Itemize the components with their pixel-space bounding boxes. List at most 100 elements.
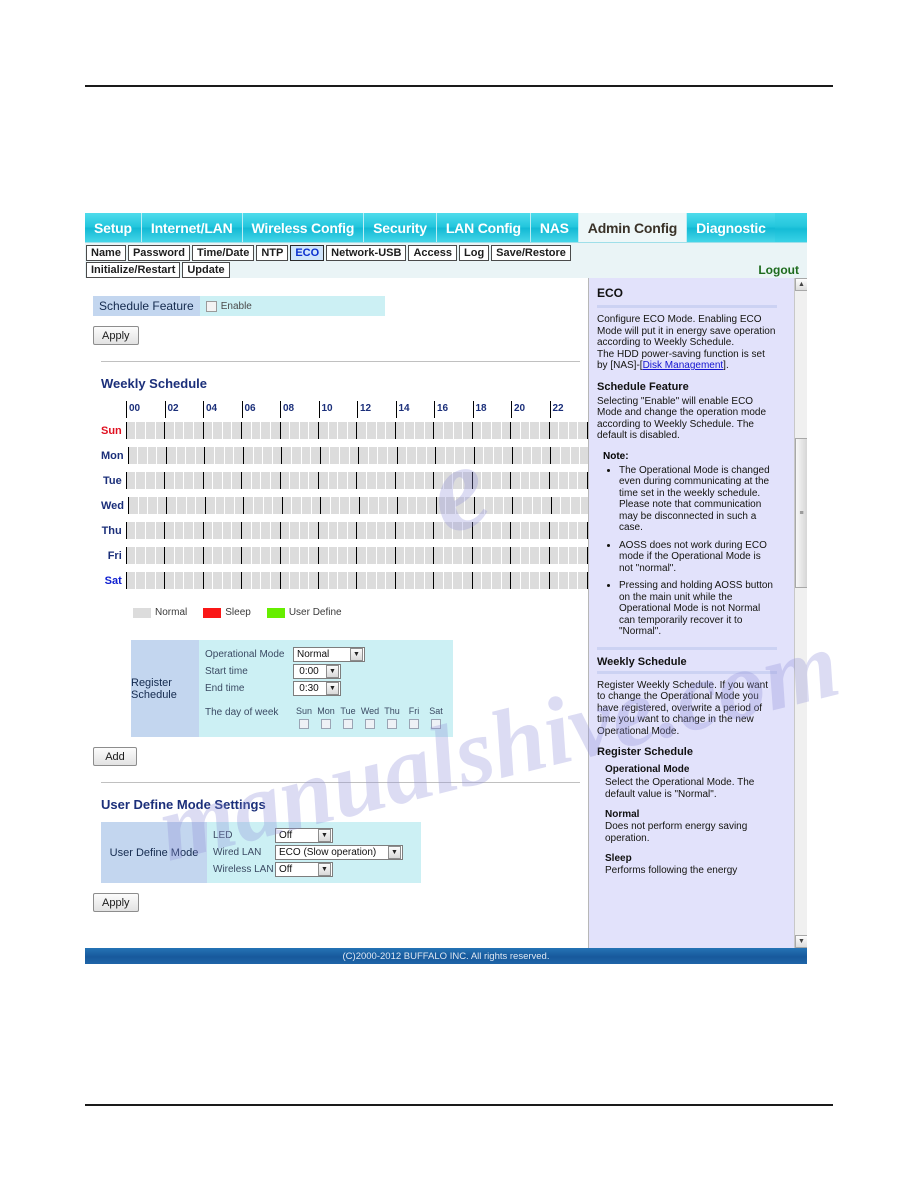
schedule-cell[interactable] bbox=[146, 422, 156, 439]
help-scrollbar[interactable]: ▲ ≡ ▼ bbox=[794, 278, 807, 948]
schedule-cell[interactable] bbox=[530, 572, 540, 589]
schedule-cell[interactable] bbox=[520, 522, 531, 539]
schedule-cell[interactable] bbox=[386, 422, 396, 439]
schedule-cell[interactable] bbox=[463, 472, 473, 489]
schedule-cell[interactable] bbox=[186, 447, 196, 464]
schedule-cell[interactable] bbox=[186, 497, 197, 514]
schedule-cell[interactable] bbox=[520, 572, 531, 589]
schedule-cell[interactable] bbox=[424, 422, 435, 439]
schedule-cell[interactable] bbox=[194, 522, 204, 539]
schedule-cell[interactable] bbox=[511, 472, 521, 489]
schedule-cell[interactable] bbox=[455, 497, 466, 514]
schedule-cell[interactable] bbox=[501, 547, 512, 564]
schedule-cell[interactable] bbox=[347, 472, 358, 489]
day-checkbox-wed[interactable] bbox=[365, 719, 375, 729]
schedule-cell[interactable] bbox=[549, 472, 560, 489]
schedule-cell[interactable] bbox=[232, 547, 243, 564]
schedule-cell[interactable] bbox=[561, 497, 572, 514]
schedule-cell[interactable] bbox=[491, 422, 502, 439]
schedule-cell[interactable] bbox=[434, 522, 444, 539]
schedule-cell[interactable] bbox=[318, 472, 329, 489]
schedule-cell[interactable] bbox=[280, 547, 291, 564]
schedule-cell[interactable] bbox=[290, 422, 300, 439]
schedule-cell[interactable] bbox=[415, 422, 425, 439]
schedule-cell[interactable] bbox=[136, 522, 146, 539]
main-tab-admin-config[interactable]: Admin Config bbox=[578, 213, 688, 242]
schedule-cell[interactable] bbox=[415, 547, 425, 564]
schedule-cell[interactable] bbox=[378, 497, 389, 514]
schedule-cell[interactable] bbox=[222, 572, 233, 589]
schedule-cell[interactable] bbox=[155, 547, 166, 564]
main-tab-nas[interactable]: NAS bbox=[530, 213, 579, 242]
schedule-cell[interactable] bbox=[194, 422, 204, 439]
schedule-cell[interactable] bbox=[424, 547, 435, 564]
schedule-cell[interactable] bbox=[463, 547, 473, 564]
day-checkbox-fri[interactable] bbox=[409, 719, 419, 729]
schedule-cell[interactable] bbox=[405, 572, 416, 589]
schedule-cell[interactable] bbox=[405, 472, 416, 489]
schedule-cell[interactable] bbox=[165, 547, 175, 564]
schedule-cell[interactable] bbox=[484, 447, 494, 464]
schedule-cell[interactable] bbox=[366, 572, 377, 589]
schedule-cell[interactable] bbox=[234, 497, 245, 514]
schedule-cell[interactable] bbox=[222, 547, 233, 564]
schedule-cell[interactable] bbox=[280, 472, 291, 489]
schedule-cell[interactable] bbox=[203, 472, 214, 489]
schedule-cell[interactable] bbox=[350, 497, 360, 514]
sub-tab-password[interactable]: Password bbox=[127, 245, 190, 261]
schedule-cell[interactable] bbox=[482, 547, 492, 564]
schedule-cell[interactable] bbox=[328, 572, 339, 589]
schedule-cell[interactable] bbox=[568, 547, 579, 564]
schedule-cell[interactable] bbox=[167, 447, 177, 464]
schedule-cell[interactable] bbox=[194, 472, 204, 489]
schedule-cell[interactable] bbox=[522, 447, 533, 464]
schedule-cell[interactable] bbox=[222, 522, 233, 539]
schedule-cell[interactable] bbox=[167, 497, 178, 514]
schedule-cell[interactable] bbox=[559, 572, 569, 589]
schedule-cell[interactable] bbox=[415, 572, 425, 589]
scroll-down-icon[interactable]: ▼ bbox=[795, 935, 807, 948]
sub-tab-network-usb[interactable]: Network-USB bbox=[326, 245, 407, 261]
schedule-cell[interactable] bbox=[165, 522, 175, 539]
schedule-cell[interactable] bbox=[503, 497, 514, 514]
schedule-cell[interactable] bbox=[357, 572, 367, 589]
schedule-cell[interactable] bbox=[213, 472, 223, 489]
schedule-cell[interactable] bbox=[532, 447, 542, 464]
schedule-cell[interactable] bbox=[347, 547, 358, 564]
schedule-cell[interactable] bbox=[568, 472, 579, 489]
schedule-cell[interactable] bbox=[205, 497, 216, 514]
schedule-cell[interactable] bbox=[338, 547, 348, 564]
schedule-cell[interactable] bbox=[126, 422, 137, 439]
schedule-cell[interactable] bbox=[251, 522, 262, 539]
schedule-cell[interactable] bbox=[395, 572, 406, 589]
schedule-cell[interactable] bbox=[580, 447, 588, 464]
schedule-cell[interactable] bbox=[222, 472, 233, 489]
schedule-cell[interactable] bbox=[194, 572, 204, 589]
schedule-cell[interactable] bbox=[436, 497, 447, 514]
schedule-cell[interactable] bbox=[426, 497, 437, 514]
schedule-cell[interactable] bbox=[513, 497, 524, 514]
schedule-cell[interactable] bbox=[311, 447, 321, 464]
schedule-cell[interactable] bbox=[138, 447, 148, 464]
schedule-cell[interactable] bbox=[136, 572, 146, 589]
schedule-cell[interactable] bbox=[388, 497, 399, 514]
schedule-cell[interactable] bbox=[386, 472, 396, 489]
schedule-cell[interactable] bbox=[491, 547, 502, 564]
schedule-cell[interactable] bbox=[184, 547, 195, 564]
schedule-cell[interactable] bbox=[215, 497, 226, 514]
schedule-cell[interactable] bbox=[215, 447, 225, 464]
schedule-cell[interactable] bbox=[270, 472, 281, 489]
scroll-up-icon[interactable]: ▲ bbox=[795, 278, 807, 291]
schedule-cell[interactable] bbox=[126, 547, 137, 564]
schedule-cell[interactable] bbox=[472, 572, 483, 589]
schedule-cell[interactable] bbox=[165, 422, 175, 439]
day-checkbox-sun[interactable] bbox=[299, 719, 309, 729]
schedule-cell[interactable] bbox=[443, 572, 454, 589]
schedule-cell[interactable] bbox=[203, 572, 214, 589]
schedule-cell[interactable] bbox=[472, 422, 483, 439]
schedule-cell[interactable] bbox=[407, 497, 418, 514]
schedule-cell[interactable] bbox=[424, 572, 435, 589]
schedule-cell[interactable] bbox=[542, 497, 552, 514]
schedule-cell[interactable] bbox=[184, 422, 195, 439]
schedule-cell[interactable] bbox=[194, 547, 204, 564]
